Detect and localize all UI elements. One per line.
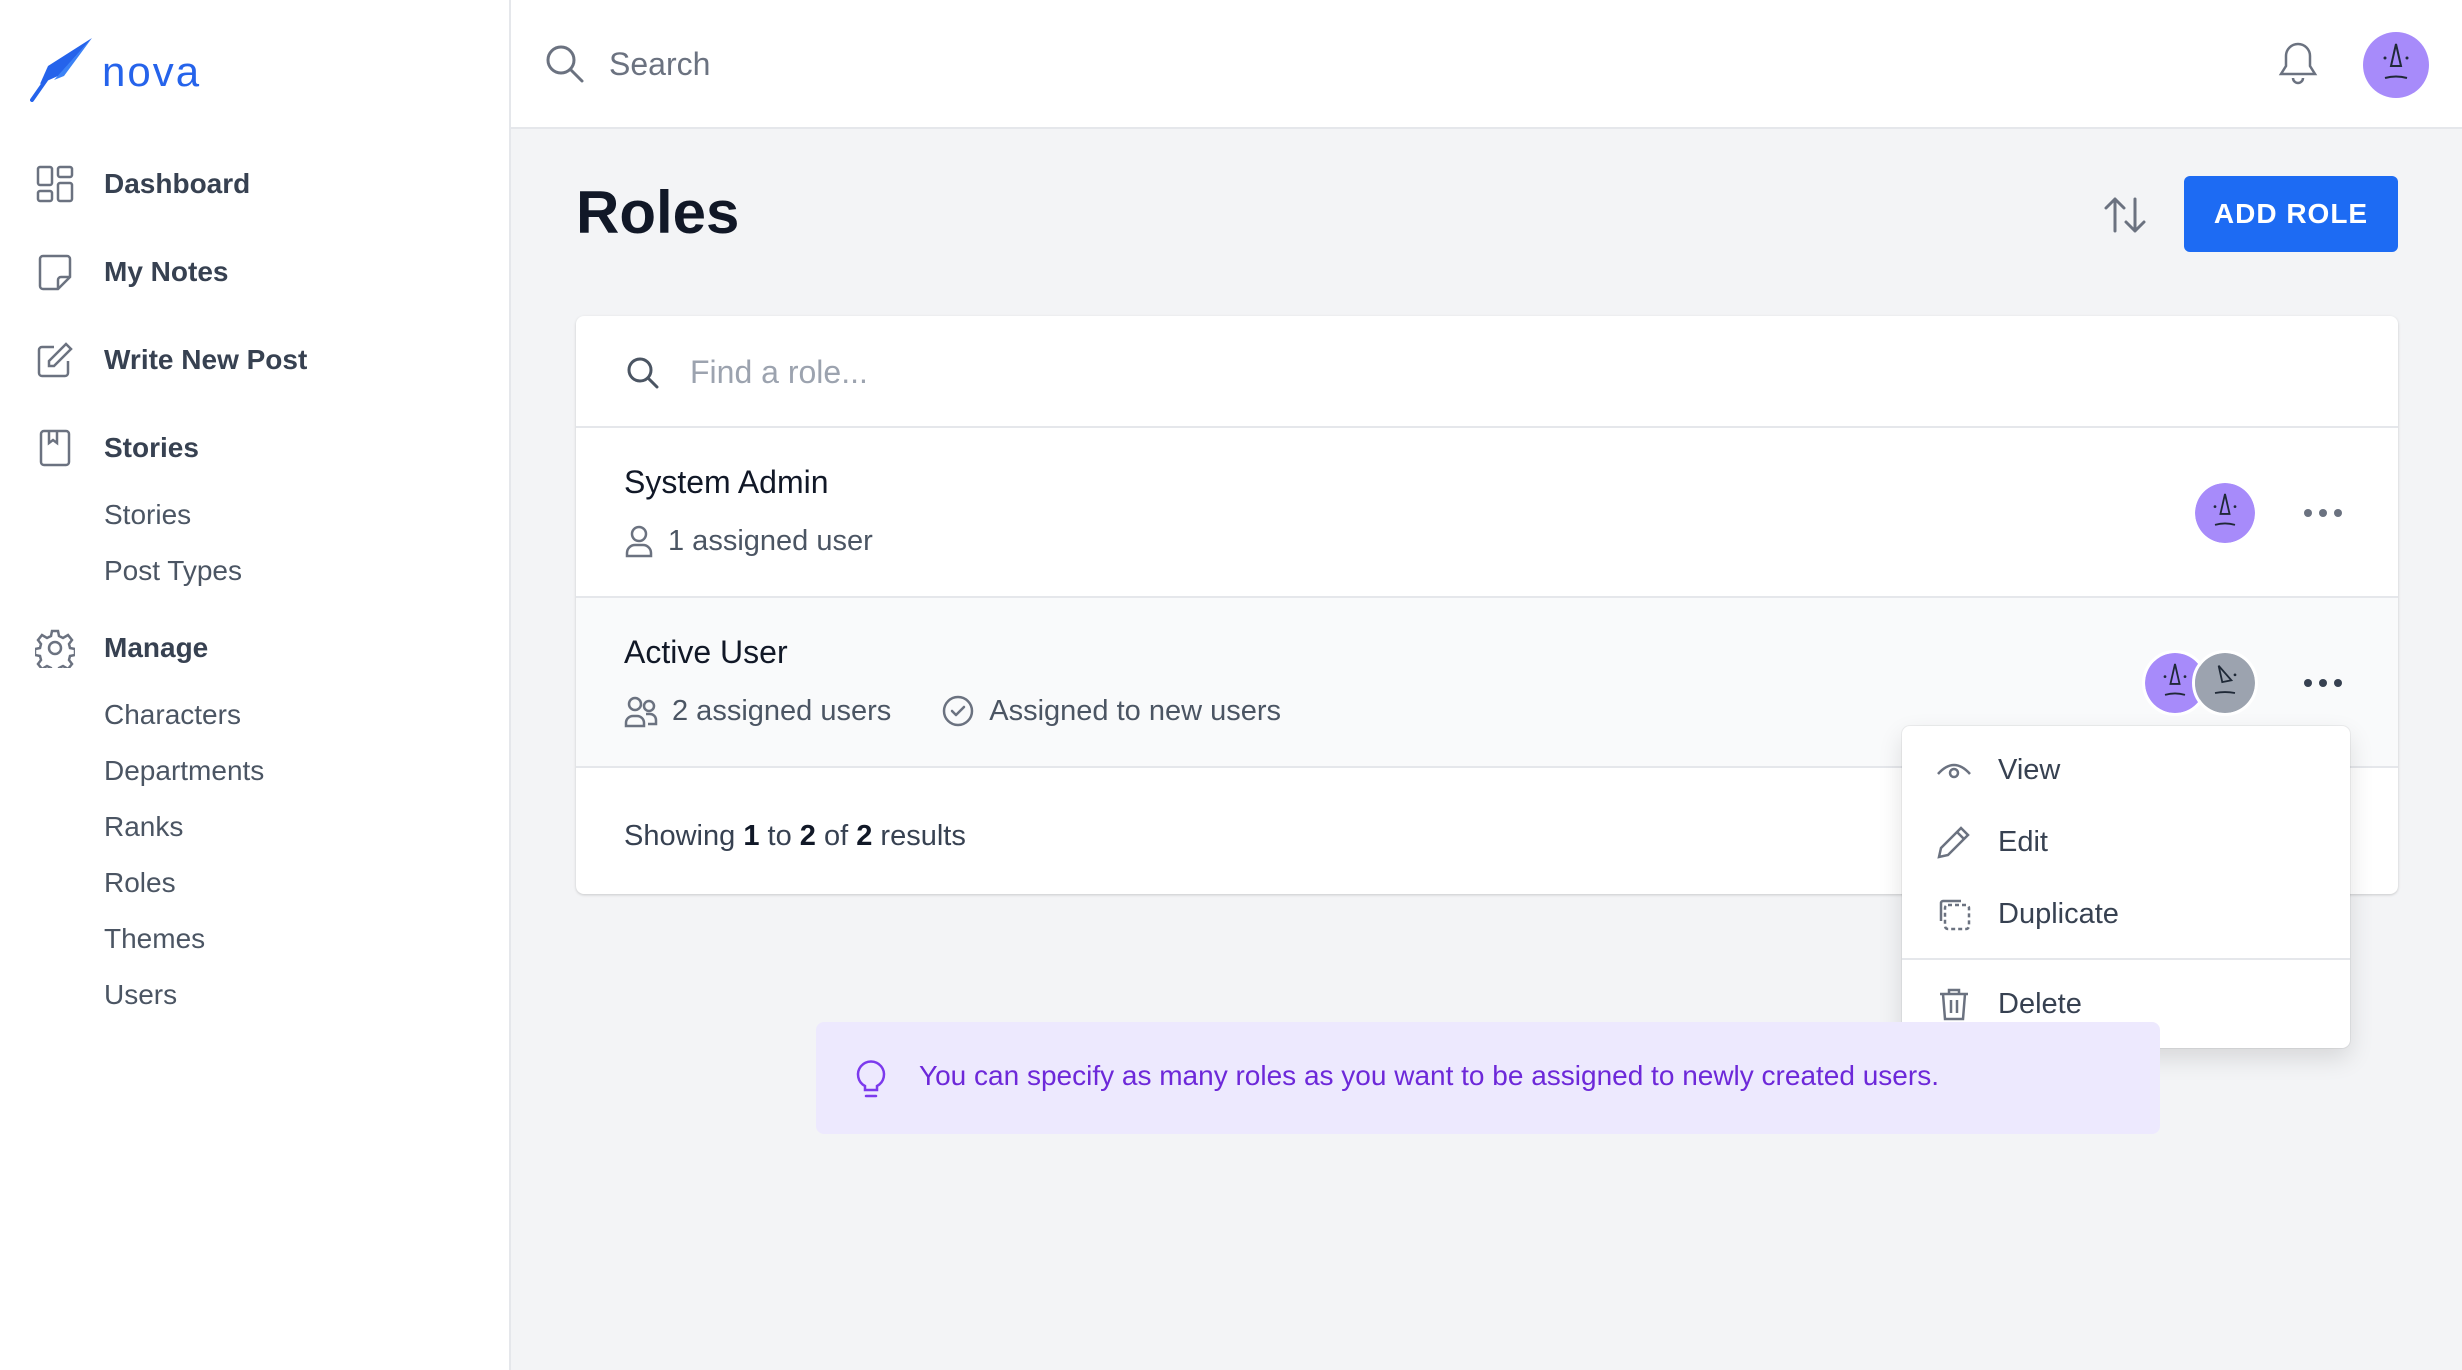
trash-icon: [1936, 986, 1972, 1022]
sidebar-subitem-roles[interactable]: Roles: [104, 867, 176, 899]
results-of-word: of: [823, 820, 849, 852]
menu-item-label: Delete: [1998, 987, 2082, 1020]
assigned-count: 2 assigned users: [672, 694, 892, 727]
page-title: Roles: [576, 179, 740, 246]
logo-text: nova: [102, 48, 202, 95]
sort-button[interactable]: [2100, 190, 2150, 240]
role-search: [576, 316, 2398, 428]
logo[interactable]: nova: [30, 36, 201, 102]
more-actions-button[interactable]: [2298, 488, 2348, 538]
avatar[interactable]: [2192, 650, 2258, 716]
sidebar: nova Dashboard My Notes Write New Post S…: [0, 0, 511, 1370]
default-role-note: Assigned to new users: [941, 694, 1281, 728]
eye-icon: [1936, 752, 1972, 788]
lightbulb-icon: [854, 1056, 888, 1105]
results-prefix: Showing: [624, 820, 736, 852]
assigned-avatars: [2192, 480, 2258, 546]
menu-item-edit[interactable]: Edit: [1902, 810, 2350, 874]
results-total: 2: [856, 820, 873, 852]
role-name[interactable]: System Admin: [624, 464, 829, 501]
sidebar-subitem-stories[interactable]: Stories: [104, 499, 191, 531]
edit-icon: [35, 340, 75, 380]
menu-item-label: Duplicate: [1998, 897, 2119, 930]
sort-icon: [2104, 197, 2146, 233]
menu-item-duplicate[interactable]: Duplicate: [1902, 882, 2350, 946]
avatar[interactable]: [2192, 480, 2258, 546]
user-avatar[interactable]: [2363, 32, 2429, 103]
sidebar-subitem-users[interactable]: Users: [104, 979, 177, 1011]
sidebar-item-stories[interactable]: Stories: [35, 420, 199, 476]
role-actions-menu: View Edit Duplicate Delete: [1902, 726, 2350, 1048]
dashboard-icon: [35, 164, 75, 204]
role-search-input[interactable]: [688, 344, 1888, 400]
menu-divider: [1902, 958, 2350, 960]
check-circle-icon: [943, 695, 974, 727]
search-icon: [545, 44, 585, 89]
sidebar-subitem-departments[interactable]: Departments: [104, 755, 264, 787]
results-to: 2: [799, 820, 816, 852]
menu-item-label: Edit: [1998, 825, 2048, 858]
sidebar-item-label: Dashboard: [104, 168, 251, 199]
role-row-system-admin[interactable]: System Admin 1 assigned user: [576, 428, 2398, 598]
more-actions-button[interactable]: [2298, 658, 2348, 708]
role-name[interactable]: Active User: [624, 634, 788, 671]
sidebar-item-dashboard[interactable]: Dashboard: [35, 156, 250, 212]
book-icon: [35, 428, 75, 468]
sidebar-item-manage[interactable]: Manage: [35, 620, 208, 676]
info-tip: You can specify as many roles as you wan…: [816, 1022, 2160, 1134]
role-meta: 2 assigned users Assigned to new users: [624, 694, 1331, 728]
sidebar-item-label: Stories: [104, 432, 199, 463]
role-meta: 1 assigned user: [624, 524, 923, 558]
duplicate-icon: [1936, 896, 1972, 932]
dots-horizontal-icon: [2304, 509, 2342, 517]
assigned-users: 1 assigned user: [624, 524, 873, 558]
bell-icon[interactable]: [2276, 40, 2320, 91]
pencil-icon: [1936, 824, 1972, 860]
default-role-text: Assigned to new users: [989, 694, 1282, 727]
assigned-users: 2 assigned users: [624, 694, 891, 728]
users-icon: [624, 696, 658, 728]
search-icon: [626, 356, 660, 395]
results-suffix: results: [880, 820, 966, 852]
note-icon: [35, 252, 75, 292]
sidebar-item-label: Manage: [104, 632, 209, 663]
dots-horizontal-icon: [2304, 679, 2342, 687]
sidebar-item-write-new-post[interactable]: Write New Post: [35, 332, 307, 388]
sidebar-subitem-ranks[interactable]: Ranks: [104, 811, 183, 843]
sidebar-subitem-characters[interactable]: Characters: [104, 699, 241, 731]
sidebar-item-my-notes[interactable]: My Notes: [35, 244, 228, 300]
results-from: 1: [743, 820, 760, 852]
gear-icon: [35, 628, 75, 668]
add-role-button[interactable]: ADD ROLE: [2184, 176, 2398, 252]
results-to-word: to: [767, 820, 792, 852]
search-input[interactable]: [607, 36, 1507, 92]
assigned-count: 1 assigned user: [668, 524, 873, 557]
menu-item-label: View: [1998, 753, 2061, 786]
user-icon: [625, 525, 653, 558]
sidebar-item-label: Write New Post: [104, 344, 308, 375]
sidebar-item-label: My Notes: [104, 256, 229, 287]
results-summary: Showing 1 to 2 of 2 results: [624, 820, 966, 853]
top-bar: [511, 0, 2462, 129]
menu-item-view[interactable]: View: [1902, 738, 2350, 802]
sidebar-subitem-post-types[interactable]: Post Types: [104, 555, 242, 587]
sidebar-subitem-themes[interactable]: Themes: [104, 923, 205, 955]
assigned-avatars: [2142, 650, 2258, 716]
logo-feather-icon: [30, 38, 92, 102]
tip-text: You can specify as many roles as you wan…: [919, 1060, 1939, 1091]
